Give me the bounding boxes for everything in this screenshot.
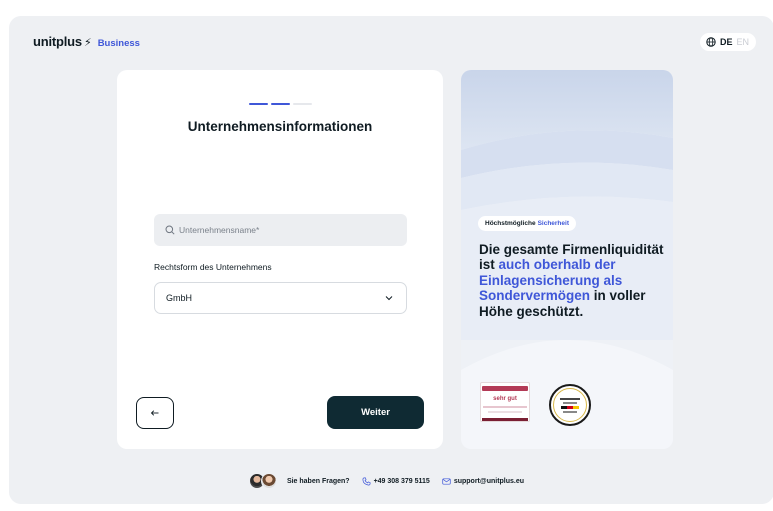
promo-panel: Höchstmögliche Sicherheit Die gesamte Fi… xyxy=(461,70,673,449)
footer-phone-number[interactable]: +49 308 379 5115 xyxy=(374,478,430,485)
back-button[interactable] xyxy=(136,397,174,429)
progress-step xyxy=(271,103,290,105)
avatar xyxy=(260,473,277,489)
footer-contact: Sie haben Fragen? +49 308 379 5115 suppo… xyxy=(0,473,773,489)
mail-icon xyxy=(442,477,451,485)
logo[interactable]: unitplus ⚡ Business xyxy=(33,34,140,49)
language-en[interactable]: EN xyxy=(737,37,750,47)
next-button[interactable]: Weiter xyxy=(327,396,424,429)
legal-form-value: GmbH xyxy=(166,293,193,303)
footer-question: Sie haben Fragen? xyxy=(286,477,350,485)
progress-steps xyxy=(249,103,312,105)
search-icon xyxy=(165,225,175,235)
award-seal-rating: sehr gut xyxy=(493,395,517,402)
chevron-down-icon xyxy=(385,296,393,301)
footer-email-address[interactable]: support@unitplus.eu xyxy=(454,478,524,485)
logo-product: Business xyxy=(97,38,140,49)
progress-step xyxy=(249,103,268,105)
form-card: Unternehmensinformationen Rechtsform des… xyxy=(117,70,443,449)
promo-headline: Die gesamte Firmenliquidität ist auch ob… xyxy=(479,242,669,319)
logo-wordmark: unitplus xyxy=(33,34,82,49)
legal-form-label: Rechtsform des Unternehmens xyxy=(154,262,272,272)
footer-phone[interactable]: +49 308 379 5115 xyxy=(362,477,430,486)
support-avatars xyxy=(248,473,277,489)
security-badge: Höchstmögliche Sicherheit xyxy=(478,216,576,231)
language-switch[interactable]: DE EN xyxy=(700,33,756,51)
globe-icon xyxy=(706,37,716,47)
language-de[interactable]: DE xyxy=(720,37,733,47)
phone-icon xyxy=(362,477,371,485)
security-badge-text: Höchstmögliche xyxy=(485,220,536,227)
footer-email[interactable]: support@unitplus.eu xyxy=(442,477,524,486)
award-seal: sehr gut xyxy=(480,382,530,422)
progress-step xyxy=(293,103,312,105)
page-title: Unternehmensinformationen xyxy=(187,119,373,134)
security-badge-accent: Sicherheit xyxy=(537,220,569,227)
bolt-icon: ⚡ xyxy=(83,37,92,49)
company-name-field[interactable] xyxy=(154,214,407,246)
legal-form-select[interactable]: GmbH xyxy=(154,282,407,314)
arrow-left-icon xyxy=(150,410,159,416)
award-seal-round xyxy=(549,384,591,426)
company-name-input[interactable] xyxy=(179,225,399,235)
